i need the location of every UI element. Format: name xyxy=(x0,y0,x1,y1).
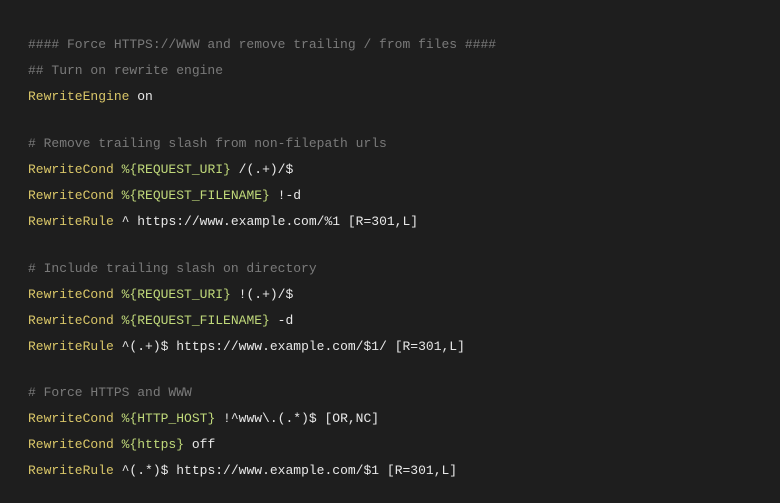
code-line: RewriteCond %{REQUEST_FILENAME} -d xyxy=(28,308,752,334)
variable-token: %{REQUEST_URI} xyxy=(114,162,231,177)
flags-token: [R=301,L] xyxy=(379,463,457,478)
directive-token: RewriteRule xyxy=(28,339,114,354)
code-line: RewriteRule ^(.*)$ https://www.example.c… xyxy=(28,458,752,484)
code-line: RewriteCond %{https} off xyxy=(28,432,752,458)
blank-line xyxy=(28,110,752,131)
url-token: https://www.example.com/%1 xyxy=(137,214,340,229)
variable-token: %{REQUEST_FILENAME} xyxy=(114,313,270,328)
url-token: https://www.example.com/$1 xyxy=(176,463,379,478)
code-line: ## Turn on rewrite engine xyxy=(28,58,752,84)
directive-token: RewriteRule xyxy=(28,214,114,229)
variable-token: %{REQUEST_FILENAME} xyxy=(114,188,270,203)
arg-token: !(.+)/$ xyxy=(231,287,293,302)
code-line: # Force HTTPS and WWW xyxy=(28,380,752,406)
arg-token: ^ xyxy=(114,214,137,229)
blank-line xyxy=(28,235,752,256)
comment-text: # Remove trailing slash from non-filepat… xyxy=(28,136,387,151)
url-token: https://www.example.com/$1/ xyxy=(176,339,387,354)
comment-text: #### Force HTTPS://WWW and remove traili… xyxy=(28,37,496,52)
code-line: RewriteCond %{REQUEST_FILENAME} !-d xyxy=(28,183,752,209)
code-line: RewriteCond %{REQUEST_URI} !(.+)/$ xyxy=(28,282,752,308)
arg-token: ^(.+)$ xyxy=(114,339,176,354)
arg-token: !-d xyxy=(270,188,301,203)
directive-token: RewriteCond xyxy=(28,437,114,452)
directive-token: RewriteCond xyxy=(28,313,114,328)
variable-token: %{REQUEST_URI} xyxy=(114,287,231,302)
directive-token: RewriteRule xyxy=(28,463,114,478)
directive-token: RewriteCond xyxy=(28,188,114,203)
code-line: RewriteCond %{HTTP_HOST} !^www\.(.*)$ [O… xyxy=(28,406,752,432)
arg-token: on xyxy=(129,89,152,104)
arg-token: /(.+)/$ xyxy=(231,162,293,177)
arg-token: !^www\.(.*)$ xyxy=(215,411,316,426)
comment-text: ## Turn on rewrite engine xyxy=(28,63,223,78)
code-line: #### Force HTTPS://WWW and remove traili… xyxy=(28,32,752,58)
directive-token: RewriteCond xyxy=(28,411,114,426)
directive-token: RewriteCond xyxy=(28,162,114,177)
code-line: RewriteRule ^(.+)$ https://www.example.c… xyxy=(28,334,752,360)
code-line: # Include trailing slash on directory xyxy=(28,256,752,282)
arg-token: -d xyxy=(270,313,293,328)
code-line: RewriteCond %{REQUEST_URI} /(.+)/$ xyxy=(28,157,752,183)
flags-token: [R=301,L] xyxy=(340,214,418,229)
arg-token: off xyxy=(184,437,215,452)
flags-token: [OR,NC] xyxy=(317,411,379,426)
directive-token: RewriteEngine xyxy=(28,89,129,104)
code-line: RewriteEngine on xyxy=(28,84,752,110)
blank-line xyxy=(28,360,752,381)
code-line: # Remove trailing slash from non-filepat… xyxy=(28,131,752,157)
flags-token: [R=301,L] xyxy=(387,339,465,354)
comment-text: # Include trailing slash on directory xyxy=(28,261,317,276)
variable-token: %{https} xyxy=(114,437,184,452)
variable-token: %{HTTP_HOST} xyxy=(114,411,215,426)
arg-token: ^(.*)$ xyxy=(114,463,176,478)
code-line: RewriteRule ^ https://www.example.com/%1… xyxy=(28,209,752,235)
directive-token: RewriteCond xyxy=(28,287,114,302)
comment-text: # Force HTTPS and WWW xyxy=(28,385,192,400)
